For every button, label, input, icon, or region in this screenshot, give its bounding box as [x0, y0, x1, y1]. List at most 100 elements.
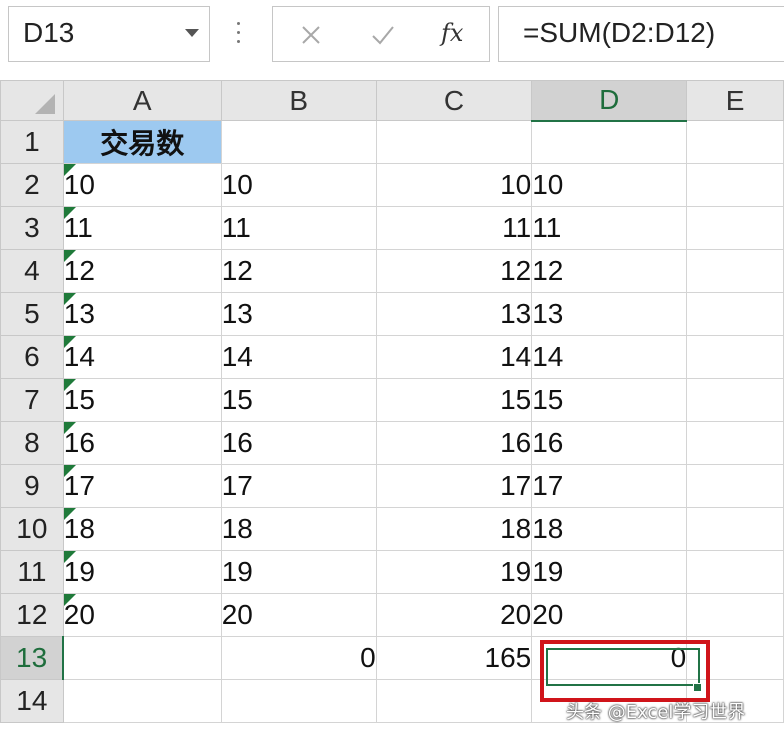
name-box-value[interactable]: D13 [23, 17, 74, 49]
cell-c14[interactable] [375, 679, 533, 723]
cell-d12[interactable]: 20 [531, 593, 688, 637]
row-header-5[interactable]: 5 [0, 292, 64, 336]
row-header-7[interactable]: 7 [0, 378, 64, 422]
cell-a14[interactable] [62, 679, 222, 723]
cell-a11[interactable]: 19 [62, 550, 222, 594]
cell-e4[interactable] [686, 249, 784, 293]
insert-function-icon[interactable]: fx [441, 19, 463, 47]
cell-d5[interactable]: 13 [531, 292, 688, 336]
cell-c11[interactable]: 19 [375, 550, 533, 594]
row-header-4[interactable]: 4 [0, 249, 64, 293]
row-header-3[interactable]: 3 [0, 206, 64, 250]
cell-e12[interactable] [686, 593, 784, 637]
row-header-12[interactable]: 12 [0, 593, 64, 637]
cell-d9[interactable]: 17 [531, 464, 688, 508]
row-header-1[interactable]: 1 [0, 120, 64, 164]
row-header-8[interactable]: 8 [0, 421, 64, 465]
cell-b5[interactable]: 13 [220, 292, 377, 336]
cell-e5[interactable] [686, 292, 784, 336]
cell-b8[interactable]: 16 [220, 421, 377, 465]
cell-a1[interactable]: 交易数 [62, 120, 222, 164]
row-header-11[interactable]: 11 [0, 550, 64, 594]
cell-c1[interactable] [375, 120, 533, 164]
row-header-6[interactable]: 6 [0, 335, 64, 379]
cell-a3[interactable]: 11 [62, 206, 222, 250]
cell-c2[interactable]: 10 [375, 163, 533, 207]
row-header-14[interactable]: 14 [0, 679, 64, 723]
cell-b14[interactable] [220, 679, 377, 723]
table-row: 7 15 15 15 15 [0, 378, 784, 422]
more-options-icon[interactable] [236, 22, 242, 48]
row-header-9[interactable]: 9 [0, 464, 64, 508]
cell-a8[interactable]: 16 [62, 421, 222, 465]
cell-d13[interactable]: 0 [531, 636, 688, 680]
cell-b2[interactable]: 10 [220, 163, 377, 207]
select-all-corner[interactable] [0, 80, 64, 121]
cell-e1[interactable] [686, 120, 784, 164]
cell-b13[interactable]: 0 [220, 636, 377, 680]
cell-c7[interactable]: 15 [375, 378, 533, 422]
column-header-a[interactable]: A [62, 80, 222, 121]
cell-d11[interactable]: 19 [531, 550, 688, 594]
cell-e9[interactable] [686, 464, 784, 508]
row-header-13[interactable]: 13 [0, 636, 65, 680]
cell-d6[interactable]: 14 [531, 335, 688, 379]
cell-c5[interactable]: 13 [375, 292, 533, 336]
cell-b11[interactable]: 19 [220, 550, 377, 594]
cell-d1[interactable] [531, 120, 688, 164]
cell-b4[interactable]: 12 [220, 249, 377, 293]
cell-e2[interactable] [686, 163, 784, 207]
formula-input[interactable]: =SUM(D2:D12) [498, 6, 784, 62]
cell-c12[interactable]: 20 [375, 593, 533, 637]
cell-b10[interactable]: 18 [220, 507, 377, 551]
cell-e10[interactable] [686, 507, 784, 551]
cancel-icon[interactable] [297, 21, 325, 49]
cell-e13[interactable] [686, 636, 784, 680]
cell-a2[interactable]: 10 [62, 163, 222, 207]
row-header-10[interactable]: 10 [0, 507, 64, 551]
select-all-icon[interactable] [33, 92, 57, 116]
row-header-2[interactable]: 2 [0, 163, 64, 207]
cell-b1[interactable] [220, 120, 377, 164]
column-header-c[interactable]: C [375, 80, 533, 121]
cell-d3[interactable]: 11 [531, 206, 688, 250]
column-header-b[interactable]: B [220, 80, 377, 121]
cell-a4[interactable]: 12 [62, 249, 222, 293]
cell-e3[interactable] [686, 206, 784, 250]
cell-d10[interactable]: 18 [531, 507, 688, 551]
cell-c3[interactable]: 11 [375, 206, 533, 250]
cell-c6[interactable]: 14 [375, 335, 533, 379]
cell-c10[interactable]: 18 [375, 507, 533, 551]
cell-d4[interactable]: 12 [531, 249, 688, 293]
cell-e8[interactable] [686, 421, 784, 465]
cell-b7[interactable]: 15 [220, 378, 377, 422]
enter-check-icon[interactable] [369, 21, 397, 49]
cell-b6[interactable]: 14 [220, 335, 377, 379]
cell-b9[interactable]: 17 [220, 464, 377, 508]
cell-e7[interactable] [686, 378, 784, 422]
cell-e11[interactable] [686, 550, 784, 594]
cell-b3[interactable]: 11 [220, 206, 377, 250]
cell-d2[interactable]: 10 [531, 163, 688, 207]
column-header-d[interactable]: D [531, 80, 688, 122]
cell-a12[interactable]: 20 [62, 593, 222, 637]
cell-d7[interactable]: 15 [531, 378, 688, 422]
chevron-down-icon[interactable] [185, 29, 199, 37]
cell-e6[interactable] [686, 335, 784, 379]
cell-c9[interactable]: 17 [375, 464, 533, 508]
cell-c4[interactable]: 12 [375, 249, 533, 293]
formula-text[interactable]: =SUM(D2:D12) [523, 17, 715, 49]
cell-a10[interactable]: 18 [62, 507, 222, 551]
cell-c8[interactable]: 16 [375, 421, 533, 465]
cell-a9[interactable]: 17 [62, 464, 222, 508]
cell-a6[interactable]: 14 [62, 335, 222, 379]
cell-a13[interactable] [62, 636, 222, 680]
column-header-e[interactable]: E [686, 80, 784, 121]
name-box[interactable]: D13 [8, 6, 210, 62]
table-row: 10 18 18 18 18 [0, 507, 784, 551]
cell-c13[interactable]: 165 [375, 636, 533, 680]
cell-a5[interactable]: 13 [62, 292, 222, 336]
cell-a7[interactable]: 15 [62, 378, 222, 422]
cell-d8[interactable]: 16 [531, 421, 688, 465]
cell-b12[interactable]: 20 [220, 593, 377, 637]
